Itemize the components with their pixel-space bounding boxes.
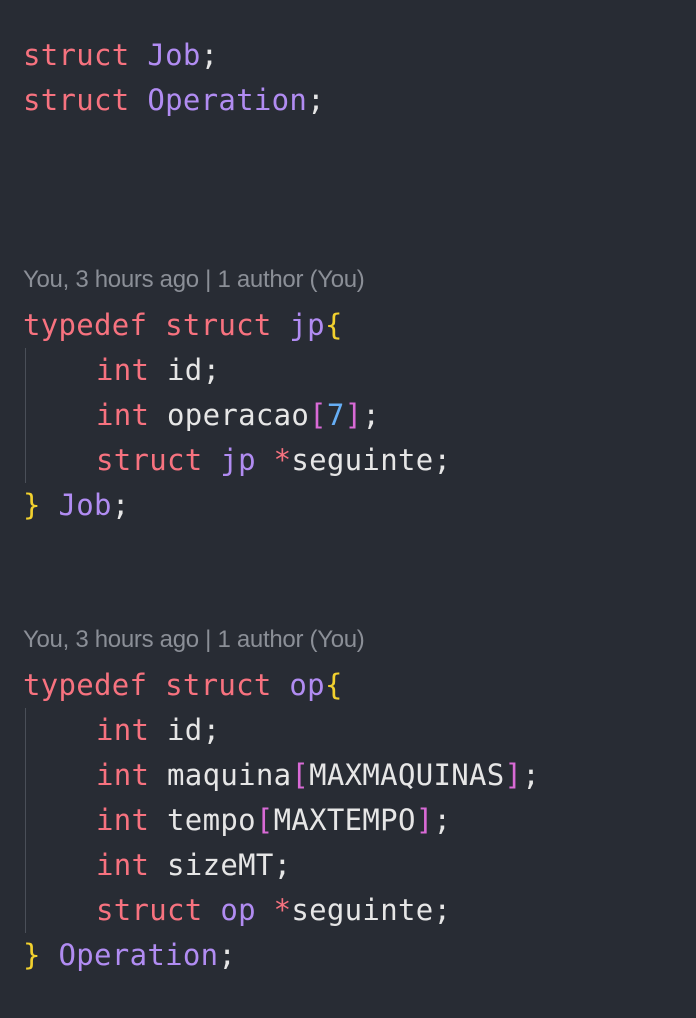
code-line-field-seguinte: struct jp *seguinte; bbox=[23, 438, 451, 483]
pointer-operator: * bbox=[273, 893, 292, 927]
keyword-struct: struct bbox=[96, 443, 203, 477]
code-line-field-tempo: int tempo[MAXTEMPO]; bbox=[23, 798, 451, 843]
semicolon: ; bbox=[433, 893, 452, 927]
close-brace: } bbox=[23, 488, 41, 522]
close-bracket: ] bbox=[415, 803, 434, 837]
keyword-typedef: typedef bbox=[23, 668, 148, 702]
code-line-close-operation: } Operation; bbox=[23, 933, 236, 978]
semicolon: ; bbox=[433, 443, 452, 477]
open-brace: { bbox=[324, 308, 343, 342]
field-name-seguinte: seguinte bbox=[291, 893, 434, 927]
close-bracket: ] bbox=[504, 758, 523, 792]
code-line-field-sizemt: int sizeMT; bbox=[23, 843, 291, 888]
open-brace: { bbox=[324, 668, 343, 702]
keyword-int: int bbox=[96, 398, 150, 432]
keyword-int: int bbox=[96, 848, 150, 882]
keyword-typedef: typedef bbox=[23, 308, 148, 342]
semicolon: ; bbox=[200, 38, 219, 72]
type-name-op: op bbox=[220, 893, 256, 927]
keyword-struct: struct bbox=[23, 83, 130, 117]
type-name-operation: Operation bbox=[147, 83, 308, 117]
semicolon: ; bbox=[218, 938, 237, 972]
array-size-maxmaquinas: MAXMAQUINAS bbox=[309, 758, 505, 792]
keyword-int: int bbox=[96, 713, 150, 747]
open-bracket: [ bbox=[309, 398, 327, 432]
array-size-7: 7 bbox=[326, 398, 345, 432]
code-line-field-maquina: int maquina[MAXMAQUINAS]; bbox=[23, 753, 540, 798]
code-line-close-job: } Job; bbox=[23, 483, 130, 528]
close-bracket: ] bbox=[344, 398, 363, 432]
field-name-id: id bbox=[167, 713, 203, 747]
semicolon: ; bbox=[433, 803, 452, 837]
semicolon: ; bbox=[202, 713, 221, 747]
code-line-forward-decl-operation: struct Operation; bbox=[23, 78, 325, 123]
pointer-operator: * bbox=[273, 443, 292, 477]
keyword-struct: struct bbox=[23, 38, 130, 72]
code-editor[interactable]: struct Job; struct Operation; You, 3 hou… bbox=[0, 0, 696, 1018]
semicolon: ; bbox=[273, 848, 292, 882]
code-line-typedef-op: typedef struct op{ bbox=[23, 663, 343, 708]
code-line-field-id: int id; bbox=[23, 348, 220, 393]
keyword-struct: struct bbox=[165, 308, 272, 342]
semicolon: ; bbox=[202, 353, 221, 387]
codelens-blame-job[interactable]: You, 3 hours ago | 1 author (You) bbox=[23, 265, 365, 295]
semicolon: ; bbox=[362, 398, 381, 432]
code-line-field-seguinte: struct op *seguinte; bbox=[23, 888, 451, 933]
code-line-typedef-jp: typedef struct jp{ bbox=[23, 303, 343, 348]
field-name-tempo: tempo bbox=[167, 803, 256, 837]
struct-tag-jp: jp bbox=[289, 308, 325, 342]
type-name-job: Job bbox=[147, 38, 201, 72]
codelens-blame-operation[interactable]: You, 3 hours ago | 1 author (You) bbox=[23, 625, 365, 655]
code-line-field-operacao: int operacao[7]; bbox=[23, 393, 380, 438]
keyword-struct: struct bbox=[96, 893, 203, 927]
keyword-int: int bbox=[96, 758, 150, 792]
keyword-int: int bbox=[96, 353, 150, 387]
close-brace: } bbox=[23, 938, 41, 972]
semicolon: ; bbox=[111, 488, 130, 522]
field-name-id: id bbox=[167, 353, 203, 387]
keyword-int: int bbox=[96, 803, 150, 837]
array-size-maxtempo: MAXTEMPO bbox=[273, 803, 416, 837]
semicolon: ; bbox=[522, 758, 541, 792]
open-bracket: [ bbox=[255, 803, 274, 837]
typedef-alias-operation: Operation bbox=[58, 938, 219, 972]
code-line-field-id: int id; bbox=[23, 708, 220, 753]
field-name-maquina: maquina bbox=[167, 758, 292, 792]
semicolon: ; bbox=[307, 83, 325, 117]
struct-tag-op: op bbox=[289, 668, 325, 702]
typedef-alias-job: Job bbox=[58, 488, 112, 522]
keyword-struct: struct bbox=[165, 668, 272, 702]
type-name-jp: jp bbox=[220, 443, 256, 477]
field-name-seguinte: seguinte bbox=[291, 443, 434, 477]
field-name-sizemt: sizeMT bbox=[167, 848, 274, 882]
field-name-operacao: operacao bbox=[167, 398, 310, 432]
open-bracket: [ bbox=[291, 758, 310, 792]
code-line-forward-decl-job: struct Job; bbox=[23, 33, 218, 78]
